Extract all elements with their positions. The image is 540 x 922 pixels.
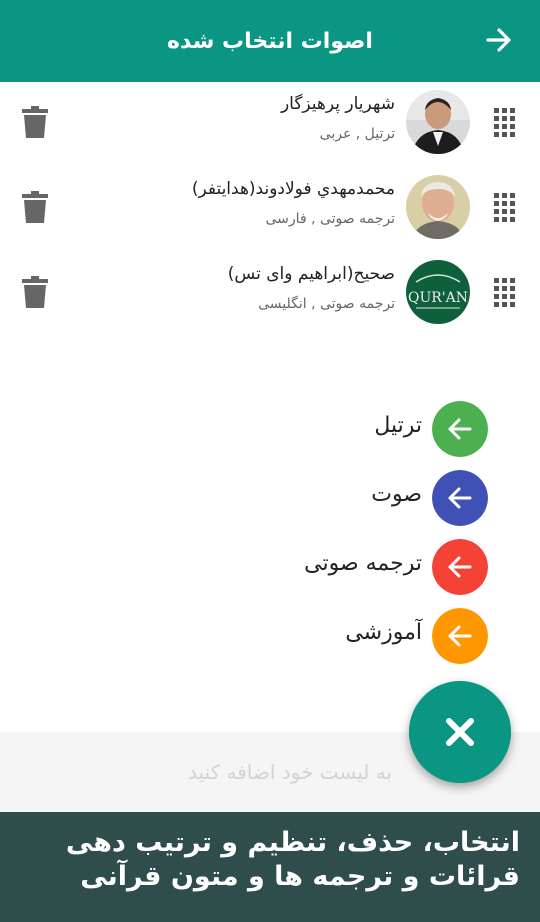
trash-icon[interactable] — [22, 106, 48, 138]
fab-option-label: ترجمه صوتی — [304, 551, 422, 576]
fab-option-label: آموزشی — [345, 620, 422, 645]
list-item[interactable]: محمدمهدي فولادوند(هدایتفر) ترجمه صوتی , … — [0, 167, 540, 252]
arrow-left-icon[interactable] — [432, 608, 488, 664]
arrow-left-icon[interactable] — [432, 470, 488, 526]
fab-option-audio-translation[interactable]: ترجمه صوتی — [0, 539, 540, 595]
arrow-left-icon[interactable] — [432, 539, 488, 595]
avatar — [406, 90, 470, 154]
promo-banner: انتخاب، حذف، تنظیم و ترتیب دهی قرائات و … — [0, 812, 540, 922]
drag-handle-icon[interactable] — [494, 108, 516, 138]
arrow-left-icon[interactable] — [432, 401, 488, 457]
close-fab-button[interactable] — [409, 681, 511, 783]
drag-handle-icon[interactable] — [494, 193, 516, 223]
trash-icon[interactable] — [22, 276, 48, 308]
list-item[interactable]: شهریار پرهیزگار ترتیل , عربی — [0, 82, 540, 167]
fab-option-label: ترتیل — [374, 413, 422, 438]
fab-option-label: صوت — [371, 482, 422, 507]
back-arrow-icon[interactable] — [484, 25, 514, 55]
fab-option-tarteel[interactable]: ترتیل — [0, 401, 540, 457]
reciter-type: ترجمه صوتی , انگلیسی — [258, 296, 395, 312]
fab-option-sound[interactable]: صوت — [0, 470, 540, 526]
reciter-type: ترتیل , عربی — [319, 126, 395, 142]
list-item[interactable]: QUR'AN صحیح(ابراهیم وای تس) ترجمه صوتی ,… — [0, 252, 540, 337]
trash-icon[interactable] — [22, 191, 48, 223]
reciter-type: ترجمه صوتی , فارسی — [265, 211, 395, 227]
app-bar: اصوات انتخاب شده — [0, 0, 540, 82]
reciter-name: شهریار پرهیزگار — [280, 94, 395, 114]
drag-handle-icon[interactable] — [494, 278, 516, 308]
reciter-name: صحیح(ابراهیم وای تس) — [227, 264, 395, 284]
fab-option-educational[interactable]: آموزشی — [0, 608, 540, 664]
svg-text:QUR'AN: QUR'AN — [408, 290, 468, 306]
banner-line-1: انتخاب، حذف، تنظیم و ترتیب دهی — [65, 827, 520, 858]
avatar — [406, 175, 470, 239]
reciter-name: محمدمهدي فولادوند(هدایتفر) — [191, 179, 395, 199]
quran-logo-avatar: QUR'AN — [406, 260, 470, 324]
page-title: اصوات انتخاب شده — [167, 28, 373, 54]
banner-line-2: قرائات و ترجمه ها و متون قرآنی — [80, 861, 520, 892]
